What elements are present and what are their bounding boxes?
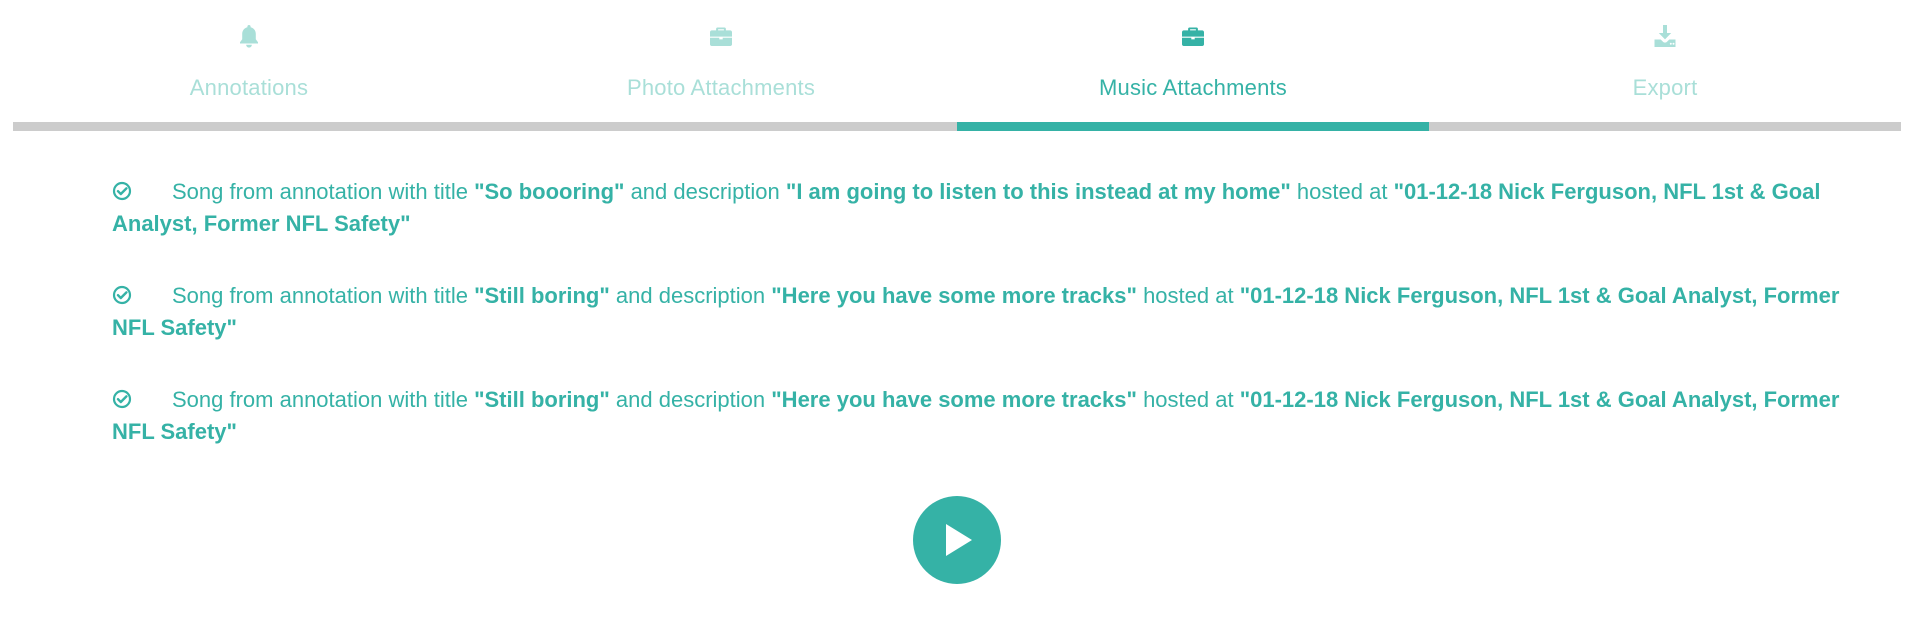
briefcase-icon (707, 22, 735, 50)
song-description: "Here you have some more tracks" (771, 283, 1137, 308)
play-icon (946, 524, 972, 556)
music-attachments-page: Annotations Photo Attachments Music Atta… (0, 0, 1914, 632)
song-description: "Here you have some more tracks" (771, 387, 1137, 412)
song-title: "So boooring" (474, 179, 625, 204)
tab-label: Export (1632, 75, 1698, 100)
list-item: Song from annotation with title "Still b… (112, 384, 1862, 448)
check-circle-icon (112, 285, 132, 305)
tab-music-attachments[interactable]: Music Attachments (957, 0, 1429, 122)
song-description: "I am going to listen to this instead at… (785, 179, 1291, 204)
music-attachment-list: Song from annotation with title "So booo… (112, 176, 1862, 488)
song-mid-hosted: hosted at (1136, 387, 1240, 412)
briefcase-icon (1179, 22, 1207, 50)
tab-bar: Annotations Photo Attachments Music Atta… (13, 0, 1901, 132)
song-title: "Still boring" (474, 387, 610, 412)
play-button[interactable] (913, 496, 1001, 584)
tab-label: Music Attachments (1098, 75, 1288, 100)
tab-label: Photo Attachments (626, 75, 816, 100)
song-prefix: Song from annotation with title (172, 179, 475, 204)
active-tab-indicator (957, 122, 1429, 131)
song-mid-description: and description (609, 283, 772, 308)
list-item: Song from annotation with title "So booo… (112, 176, 1862, 240)
song-prefix: Song from annotation with title (172, 387, 475, 412)
song-mid-hosted: hosted at (1290, 179, 1394, 204)
tab-annotations[interactable]: Annotations (13, 0, 485, 122)
tab-label: Annotations (189, 75, 309, 100)
check-circle-icon (112, 389, 132, 409)
tab-photo-attachments[interactable]: Photo Attachments (485, 0, 957, 122)
bell-icon (235, 22, 263, 50)
song-mid-description: and description (609, 387, 772, 412)
song-mid-hosted: hosted at (1136, 283, 1240, 308)
song-title: "Still boring" (474, 283, 610, 308)
tab-export[interactable]: Export (1429, 0, 1901, 122)
song-mid-description: and description (624, 179, 786, 204)
download-icon (1651, 22, 1679, 50)
song-prefix: Song from annotation with title (172, 283, 475, 308)
check-circle-icon (112, 181, 132, 201)
list-item: Song from annotation with title "Still b… (112, 280, 1862, 344)
